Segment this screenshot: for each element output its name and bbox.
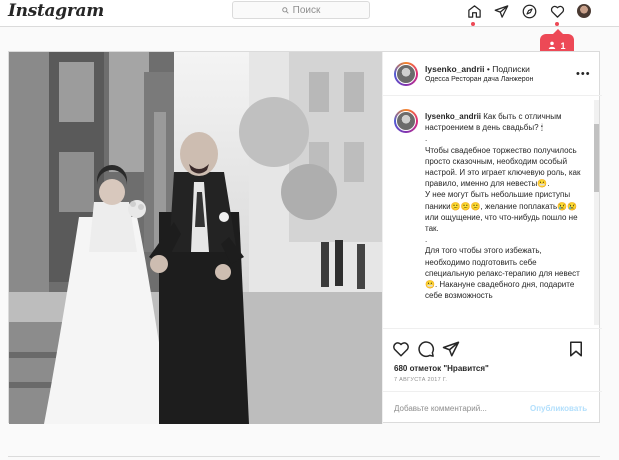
caption-body: Как быть с отличным настроением в день с… — [425, 112, 581, 301]
post-photo[interactable] — [9, 52, 382, 424]
post-author-username[interactable]: lysenko_andrii — [425, 64, 485, 74]
post-date[interactable]: 7 АВГУСТА 2017 Г. — [394, 377, 447, 383]
caption-username[interactable]: lysenko_andrii — [425, 112, 481, 121]
activity-indicator — [555, 22, 559, 26]
home-icon[interactable] — [465, 2, 483, 20]
caption-scrollbar-thumb[interactable] — [594, 124, 599, 192]
instagram-logo[interactable]: Instagram — [8, 1, 104, 21]
person-icon — [548, 41, 556, 51]
search-icon — [281, 1, 289, 19]
post-author-avatar[interactable] — [394, 62, 418, 86]
follow-status[interactable]: • Подписки — [487, 64, 530, 74]
post-actions: 680 отметок "Нравится" 7 АВГУСТА 2017 Г.… — [383, 328, 602, 424]
search-input[interactable]: Поиск — [232, 1, 370, 19]
divider — [8, 456, 600, 457]
save-bookmark-icon[interactable] — [567, 340, 585, 358]
comment-icon[interactable] — [417, 340, 435, 358]
notification-count: 1 — [560, 40, 566, 51]
like-icon[interactable] — [392, 340, 410, 358]
top-nav: Instagram Поиск — [0, 0, 619, 27]
activity-icon[interactable] — [548, 2, 566, 20]
likes-count[interactable]: 680 отметок "Нравится" — [394, 364, 489, 373]
post-header: lysenko_andrii • Подписки Одесса Рестора… — [383, 52, 602, 96]
post-card: lysenko_andrii • Подписки Одесса Рестора… — [8, 51, 602, 424]
post-sidebar: lysenko_andrii • Подписки Одесса Рестора… — [382, 52, 602, 424]
comment-form: Добавьте комментарий... Опубликовать — [383, 391, 602, 425]
post-location[interactable]: Одесса Ресторан дача Ланжерон — [425, 76, 533, 83]
publish-button[interactable]: Опубликовать — [530, 404, 587, 413]
share-icon[interactable] — [442, 340, 460, 358]
caption-author-avatar[interactable] — [394, 109, 418, 133]
post-author: lysenko_andrii • Подписки — [425, 64, 530, 74]
home-active-indicator — [471, 22, 475, 26]
comment-input[interactable]: Добавьте комментарий... — [394, 404, 487, 413]
explore-icon[interactable] — [520, 2, 538, 20]
caption-text: lysenko_andrii Как быть с отличным настр… — [425, 111, 587, 301]
profile-avatar[interactable] — [577, 4, 591, 18]
post-caption: lysenko_andrii Как быть с отличным настр… — [383, 96, 602, 328]
direct-icon[interactable] — [492, 2, 510, 20]
more-options-icon[interactable]: ••• — [576, 68, 591, 80]
search-placeholder: Поиск — [292, 4, 321, 16]
